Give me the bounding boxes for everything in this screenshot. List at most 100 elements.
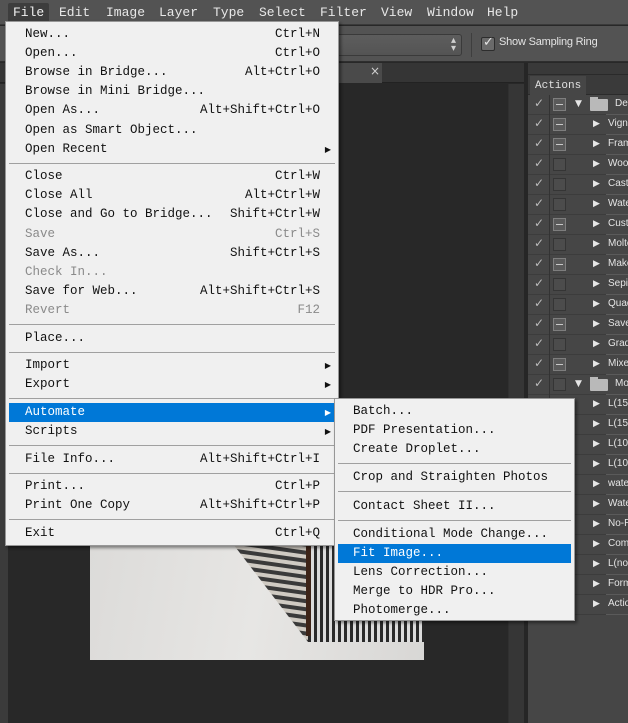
close-tab-icon[interactable]: × <box>370 64 380 78</box>
menu-item-open-recent[interactable]: Open Recent ▶ <box>9 140 335 159</box>
expand-right-icon[interactable]: ▶ <box>593 579 600 589</box>
menu-item-contact-sheet-ii[interactable]: Contact Sheet II... <box>338 497 571 516</box>
expand-right-icon[interactable]: ▶ <box>593 459 600 469</box>
menu-item-batch[interactable]: Batch... <box>338 402 571 421</box>
menu-item-fit-image[interactable]: Fit Image... <box>338 543 571 563</box>
dialog-toggle-icon[interactable] <box>553 258 566 271</box>
dialog-toggle-icon[interactable] <box>553 238 566 251</box>
toggle-item-check-icon[interactable]: ✓ <box>534 216 544 230</box>
menu-item-crop-and-straighten-photos[interactable]: Crop and Straighten Photos <box>338 468 571 487</box>
expand-right-icon[interactable]: ▶ <box>593 299 600 309</box>
action-row[interactable]: ✓ ▶ Save <box>528 315 628 335</box>
menu-layer[interactable]: Layer <box>154 3 203 23</box>
action-row[interactable]: ✓ ▶ Sepia <box>528 275 628 295</box>
expand-right-icon[interactable]: ▶ <box>593 519 600 529</box>
expand-right-icon[interactable]: ▶ <box>593 339 600 349</box>
menu-item-exit[interactable]: Exit Ctrl+Q <box>9 524 335 543</box>
menu-item-new[interactable]: New... Ctrl+N <box>9 25 335 44</box>
sample-dropdown[interactable]: ▴ ▾ <box>330 34 462 56</box>
action-row[interactable]: ✓ ▶ Water <box>528 195 628 215</box>
dialog-toggle-icon[interactable] <box>553 358 566 371</box>
action-row[interactable]: ✓ ▶ Frame <box>528 135 628 155</box>
action-row[interactable]: ✓ ▶ Make <box>528 255 628 275</box>
menu-item-close-and-go-to-bridge[interactable]: Close and Go to Bridge... Shift+Ctrl+W <box>9 205 335 224</box>
expand-right-icon[interactable]: ▶ <box>593 479 600 489</box>
action-row[interactable]: ✓ ▶ Mixe <box>528 355 628 375</box>
expand-right-icon[interactable]: ▶ <box>593 539 600 549</box>
menu-item-create-droplet[interactable]: Create Droplet... <box>338 440 571 459</box>
dialog-toggle-icon[interactable] <box>553 278 566 291</box>
menu-item-revert[interactable]: Revert F12 <box>9 301 335 320</box>
menu-item-lens-correction[interactable]: Lens Correction... <box>338 563 571 582</box>
dialog-toggle-icon[interactable] <box>553 118 566 131</box>
expand-right-icon[interactable]: ▶ <box>593 239 600 249</box>
menu-item-open-as[interactable]: Open As... Alt+Shift+Ctrl+O <box>9 101 335 120</box>
expand-right-icon[interactable]: ▶ <box>593 219 600 229</box>
expand-right-icon[interactable]: ▶ <box>593 199 600 209</box>
toggle-item-check-icon[interactable]: ✓ <box>534 316 544 330</box>
actions-tab[interactable]: Actions <box>530 76 586 96</box>
expand-right-icon[interactable]: ▶ <box>593 599 600 609</box>
menu-item-place[interactable]: Place... <box>9 329 335 348</box>
menu-item-close-all[interactable]: Close All Alt+Ctrl+W <box>9 186 335 205</box>
dialog-toggle-icon[interactable] <box>553 158 566 171</box>
menu-item-merge-to-hdr-pro[interactable]: Merge to HDR Pro... <box>338 582 571 601</box>
expand-right-icon[interactable]: ▶ <box>593 179 600 189</box>
menu-item-conditional-mode-change[interactable]: Conditional Mode Change... <box>338 525 571 544</box>
dialog-toggle-icon[interactable] <box>553 138 566 151</box>
expand-down-icon[interactable]: ▼ <box>575 99 582 109</box>
expand-right-icon[interactable]: ▶ <box>593 159 600 169</box>
expand-right-icon[interactable]: ▶ <box>593 139 600 149</box>
menu-edit[interactable]: Edit <box>54 3 95 23</box>
menu-image[interactable]: Image <box>101 3 150 23</box>
menu-type[interactable]: Type <box>208 3 249 23</box>
menu-item-pdf-presentation[interactable]: PDF Presentation... <box>338 421 571 440</box>
menu-item-check-in[interactable]: Check In... <box>9 263 335 282</box>
action-row[interactable]: ✓ ▶ Grad <box>528 335 628 355</box>
menu-item-save-as[interactable]: Save As... Shift+Ctrl+S <box>9 244 335 263</box>
expand-right-icon[interactable]: ▶ <box>593 119 600 129</box>
menu-item-open-as-smart-object[interactable]: Open as Smart Object... <box>9 121 335 140</box>
expand-right-icon[interactable]: ▶ <box>593 559 600 569</box>
expand-right-icon[interactable]: ▶ <box>593 279 600 289</box>
action-row[interactable]: ✓ ▶ Cast <box>528 175 628 195</box>
expand-right-icon[interactable]: ▶ <box>593 259 600 269</box>
toggle-item-check-icon[interactable]: ✓ <box>534 156 544 170</box>
expand-down-icon[interactable]: ▼ <box>575 379 582 389</box>
action-row[interactable]: ✓ ▶ Quad <box>528 295 628 315</box>
menu-item-import[interactable]: Import ▶ <box>9 356 335 375</box>
expand-right-icon[interactable]: ▶ <box>593 319 600 329</box>
menu-item-file-info[interactable]: File Info... Alt+Shift+Ctrl+I <box>9 450 335 469</box>
menu-help[interactable]: Help <box>482 3 523 23</box>
menu-select[interactable]: Select <box>254 3 311 23</box>
dialog-toggle-icon[interactable] <box>553 338 566 351</box>
toggle-item-check-icon[interactable]: ✓ <box>534 236 544 250</box>
toggle-item-check-icon[interactable]: ✓ <box>534 276 544 290</box>
dialog-toggle-icon[interactable] <box>553 98 566 111</box>
toggle-item-check-icon[interactable]: ✓ <box>534 336 544 350</box>
show-sampling-ring-checkbox[interactable]: ✓ <box>481 35 495 51</box>
menu-item-print[interactable]: Print... Ctrl+P <box>9 477 335 496</box>
expand-right-icon[interactable]: ▶ <box>593 499 600 509</box>
toggle-item-check-icon[interactable]: ✓ <box>534 296 544 310</box>
menu-item-open[interactable]: Open... Ctrl+O <box>9 44 335 63</box>
toggle-item-check-icon[interactable]: ✓ <box>534 196 544 210</box>
expand-right-icon[interactable]: ▶ <box>593 419 600 429</box>
toggle-item-check-icon[interactable]: ✓ <box>534 116 544 130</box>
toggle-item-check-icon[interactable]: ✓ <box>534 376 544 390</box>
dialog-toggle-icon[interactable] <box>553 378 566 391</box>
expand-right-icon[interactable]: ▶ <box>593 359 600 369</box>
menu-item-automate[interactable]: Automate ▶ <box>9 402 335 422</box>
toggle-item-check-icon[interactable]: ✓ <box>534 176 544 190</box>
menu-item-scripts[interactable]: Scripts ▶ <box>9 422 335 441</box>
menu-item-export[interactable]: Export ▶ <box>9 375 335 394</box>
menu-view[interactable]: View <box>376 3 417 23</box>
action-set-row[interactable]: ✓ ▼ Def <box>528 95 628 115</box>
menu-item-print-one-copy[interactable]: Print One Copy Alt+Shift+Ctrl+P <box>9 496 335 515</box>
toggle-item-check-icon[interactable]: ✓ <box>534 356 544 370</box>
menu-item-close[interactable]: Close Ctrl+W <box>9 167 335 186</box>
dialog-toggle-icon[interactable] <box>553 198 566 211</box>
menu-item-browse-in-bridge[interactable]: Browse in Bridge... Alt+Ctrl+O <box>9 63 335 82</box>
menu-filter[interactable]: Filter <box>315 3 372 23</box>
toggle-item-check-icon[interactable]: ✓ <box>534 96 544 110</box>
